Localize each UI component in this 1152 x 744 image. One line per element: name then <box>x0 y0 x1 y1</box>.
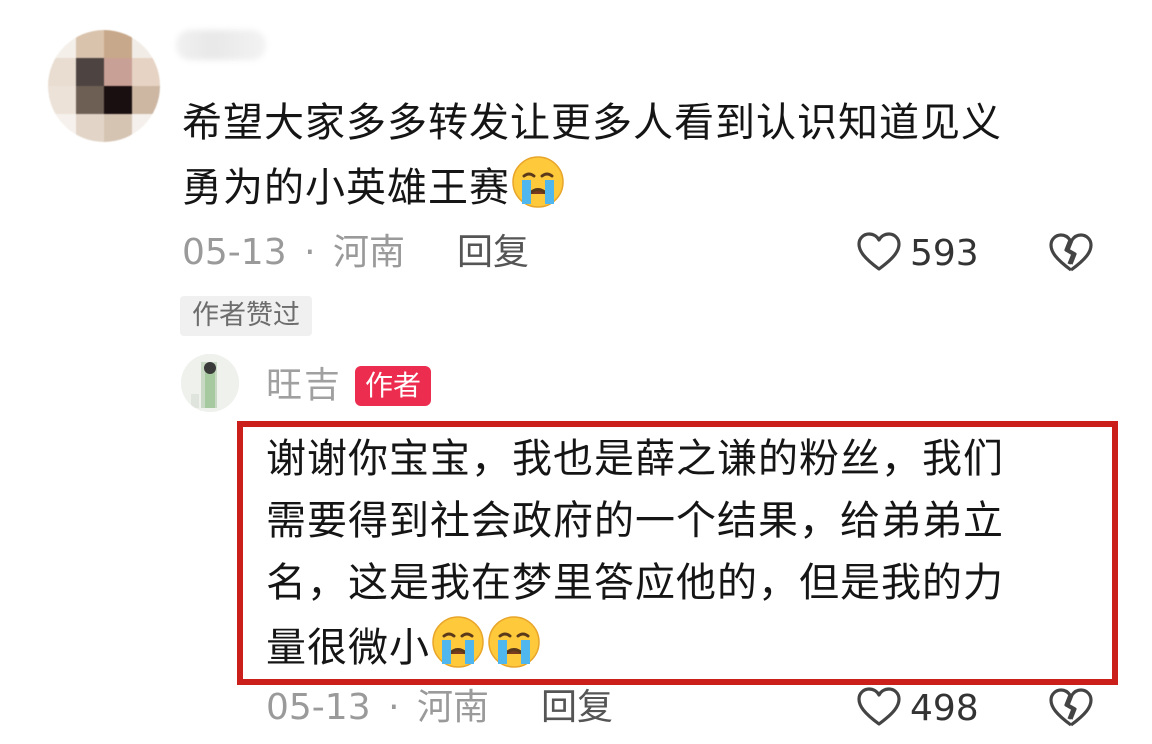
reply-button[interactable]: 回复 <box>457 231 529 275</box>
crying-face-icon <box>486 614 542 688</box>
comment-line-2: 勇为的小英雄王赛 <box>182 154 1102 228</box>
crying-face-icon <box>430 614 486 688</box>
reply-meta: 05-13 · 河南 <box>266 686 489 730</box>
reply-line-1: 谢谢你宝宝，我也是薛之谦的粉丝，我们 <box>266 436 1004 482</box>
broken-heart-icon[interactable] <box>1048 232 1094 278</box>
reply-date: 05-13 <box>266 687 371 728</box>
broken-heart-icon[interactable] <box>1048 687 1094 733</box>
meta-separator: · <box>304 232 316 273</box>
author-name[interactable]: 旺吉 <box>266 364 342 408</box>
comment-text: 希望大家多多转发让更多人看到认识知道见义 勇为的小英雄王赛 <box>182 92 1102 228</box>
comment-date: 05-13 <box>182 232 287 273</box>
like-button[interactable]: 593 <box>856 231 979 277</box>
commenter-name-blurred[interactable] <box>176 30 266 60</box>
like-button[interactable]: 498 <box>856 686 979 732</box>
comment-line-1: 希望大家多多转发让更多人看到认识知道见义 <box>182 100 1002 146</box>
reply-button[interactable]: 回复 <box>541 686 613 730</box>
heart-icon <box>856 686 902 732</box>
reply-line-4: 量很微小 <box>266 614 1086 688</box>
reply-line-2: 需要得到社会政府的一个结果，给弟弟立 <box>266 498 1004 544</box>
comment-location: 河南 <box>332 232 405 273</box>
like-count: 498 <box>910 688 979 729</box>
author-liked-tag: 作者赞过 <box>180 296 312 336</box>
author-badge: 作者 <box>355 366 432 406</box>
meta-separator: · <box>388 687 400 728</box>
crying-face-icon <box>510 154 566 228</box>
author-avatar[interactable] <box>181 354 239 412</box>
heart-icon <box>856 231 902 277</box>
reply-text: 谢谢你宝宝，我也是薛之谦的粉丝，我们 需要得到社会政府的一个结果，给弟弟立 名，… <box>266 428 1086 688</box>
like-count: 593 <box>910 233 979 274</box>
reply-line-3: 名，这是我在梦里答应他的，但是我的力 <box>266 560 1004 606</box>
comment-meta: 05-13 · 河南 <box>182 231 405 275</box>
commenter-avatar[interactable] <box>48 30 160 142</box>
reply-location: 河南 <box>416 687 489 728</box>
